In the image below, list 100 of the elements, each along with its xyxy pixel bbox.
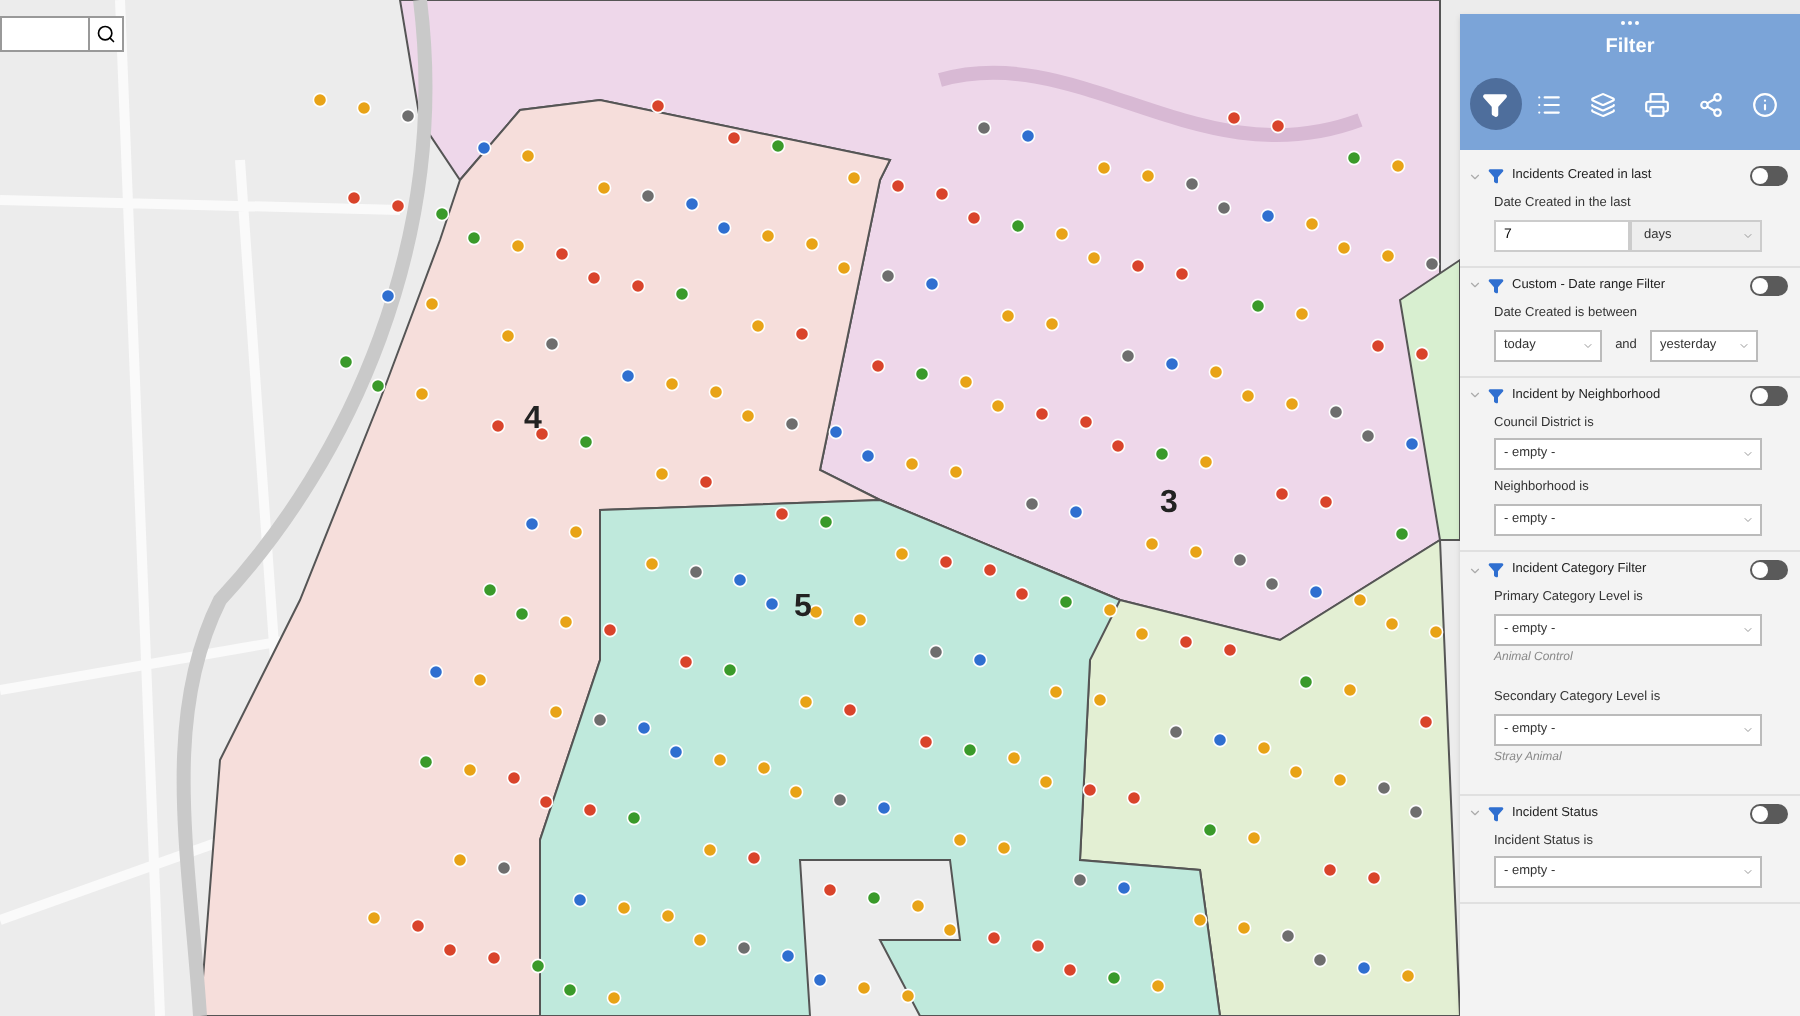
map-marker[interactable] <box>1038 774 1054 790</box>
map-marker[interactable] <box>1260 208 1276 224</box>
map-marker[interactable] <box>1356 960 1372 976</box>
map-marker[interactable] <box>1236 920 1252 936</box>
map-marker[interactable] <box>1394 526 1410 542</box>
map-marker[interactable] <box>990 398 1006 414</box>
map-marker[interactable] <box>900 988 916 1004</box>
map-marker[interactable] <box>774 506 790 522</box>
map-marker[interactable] <box>660 908 676 924</box>
map-marker[interactable] <box>530 958 546 974</box>
map-marker[interactable] <box>1000 308 1016 324</box>
map-marker[interactable] <box>1216 200 1232 216</box>
map-marker[interactable] <box>1294 306 1310 322</box>
map-marker[interactable] <box>780 948 796 964</box>
map-marker[interactable] <box>644 556 660 572</box>
map-marker[interactable] <box>534 426 550 442</box>
map-marker[interactable] <box>1308 584 1324 600</box>
map-marker[interactable] <box>1288 764 1304 780</box>
map-marker[interactable] <box>1232 552 1248 568</box>
map-marker[interactable] <box>1318 494 1334 510</box>
map-marker[interactable] <box>572 892 588 908</box>
map-marker[interactable] <box>726 130 742 146</box>
map-marker[interactable] <box>836 260 852 276</box>
filter-tab[interactable] <box>1469 78 1521 130</box>
map-marker[interactable] <box>1054 226 1070 242</box>
map-marker[interactable] <box>910 898 926 914</box>
map-marker[interactable] <box>1256 740 1272 756</box>
map-marker[interactable] <box>428 664 444 680</box>
map-marker[interactable] <box>798 694 814 710</box>
map-marker[interactable] <box>914 366 930 382</box>
map-marker[interactable] <box>472 672 488 688</box>
map-marker[interactable] <box>770 138 786 154</box>
map-marker[interactable] <box>1174 266 1190 282</box>
map-marker[interactable] <box>716 220 732 236</box>
map-marker[interactable] <box>804 236 820 252</box>
map-marker[interactable] <box>1346 150 1362 166</box>
map-marker[interactable] <box>1366 870 1382 886</box>
map-marker[interactable] <box>424 296 440 312</box>
map-marker[interactable] <box>870 358 886 374</box>
map-marker[interactable] <box>890 178 906 194</box>
map-marker[interactable] <box>832 792 848 808</box>
map-marker[interactable] <box>562 982 578 998</box>
map-marker[interactable] <box>312 92 328 108</box>
map-marker[interactable] <box>1082 782 1098 798</box>
map-marker[interactable] <box>828 424 844 440</box>
map-marker[interactable] <box>732 572 748 588</box>
map-marker[interactable] <box>520 148 536 164</box>
map-marker[interactable] <box>586 270 602 286</box>
map-marker[interactable] <box>1188 544 1204 560</box>
map-marker[interactable] <box>948 464 964 480</box>
map-marker[interactable] <box>986 930 1002 946</box>
map-marker[interactable] <box>1110 438 1126 454</box>
map-marker[interactable] <box>942 922 958 938</box>
map-marker[interactable] <box>496 860 512 876</box>
map-marker[interactable] <box>1140 168 1156 184</box>
map-marker[interactable] <box>1020 128 1036 144</box>
map-marker[interactable] <box>1284 396 1300 412</box>
toggle-switch[interactable] <box>1750 560 1788 580</box>
map-marker[interactable] <box>466 230 482 246</box>
map-marker[interactable] <box>1380 248 1396 264</box>
map-marker[interactable] <box>1404 436 1420 452</box>
map-marker[interactable] <box>370 378 386 394</box>
map-marker[interactable] <box>1424 256 1440 272</box>
map-marker[interactable] <box>1328 404 1344 420</box>
map-marker[interactable] <box>1062 962 1078 978</box>
map-marker[interactable] <box>630 278 646 294</box>
map-marker[interactable] <box>1126 790 1142 806</box>
map-marker[interactable] <box>866 890 882 906</box>
map-marker[interactable] <box>846 170 862 186</box>
map-marker[interactable] <box>356 100 372 116</box>
map-marker[interactable] <box>1408 804 1424 820</box>
map-marker[interactable] <box>976 120 992 136</box>
map-marker[interactable] <box>1390 158 1406 174</box>
map-marker[interactable] <box>928 644 944 660</box>
map-marker[interactable] <box>1164 356 1180 372</box>
map-marker[interactable] <box>1352 592 1368 608</box>
map-marker[interactable] <box>616 900 632 916</box>
map-marker[interactable] <box>506 770 522 786</box>
map-marker[interactable] <box>702 842 718 858</box>
map-marker[interactable] <box>1274 486 1290 502</box>
map-marker[interactable] <box>708 384 724 400</box>
map-marker[interactable] <box>712 752 728 768</box>
map-marker[interactable] <box>808 604 824 620</box>
map-marker[interactable] <box>1144 536 1160 552</box>
map-marker[interactable] <box>740 408 756 424</box>
map-marker[interactable] <box>554 246 570 262</box>
map-marker[interactable] <box>1154 446 1170 462</box>
map-marker[interactable] <box>1134 626 1150 642</box>
map-marker[interactable] <box>860 448 876 464</box>
map-marker[interactable] <box>1150 978 1166 994</box>
map-marker[interactable] <box>1384 616 1400 632</box>
map-marker[interactable] <box>856 980 872 996</box>
map-marker[interactable] <box>1428 624 1444 640</box>
map-marker[interactable] <box>1414 346 1430 362</box>
map-marker[interactable] <box>578 434 594 450</box>
map-marker[interactable] <box>434 206 450 222</box>
map-marker[interactable] <box>1096 160 1112 176</box>
map-marker[interactable] <box>1222 642 1238 658</box>
map-marker[interactable] <box>1226 110 1242 126</box>
map-marker[interactable] <box>736 940 752 956</box>
